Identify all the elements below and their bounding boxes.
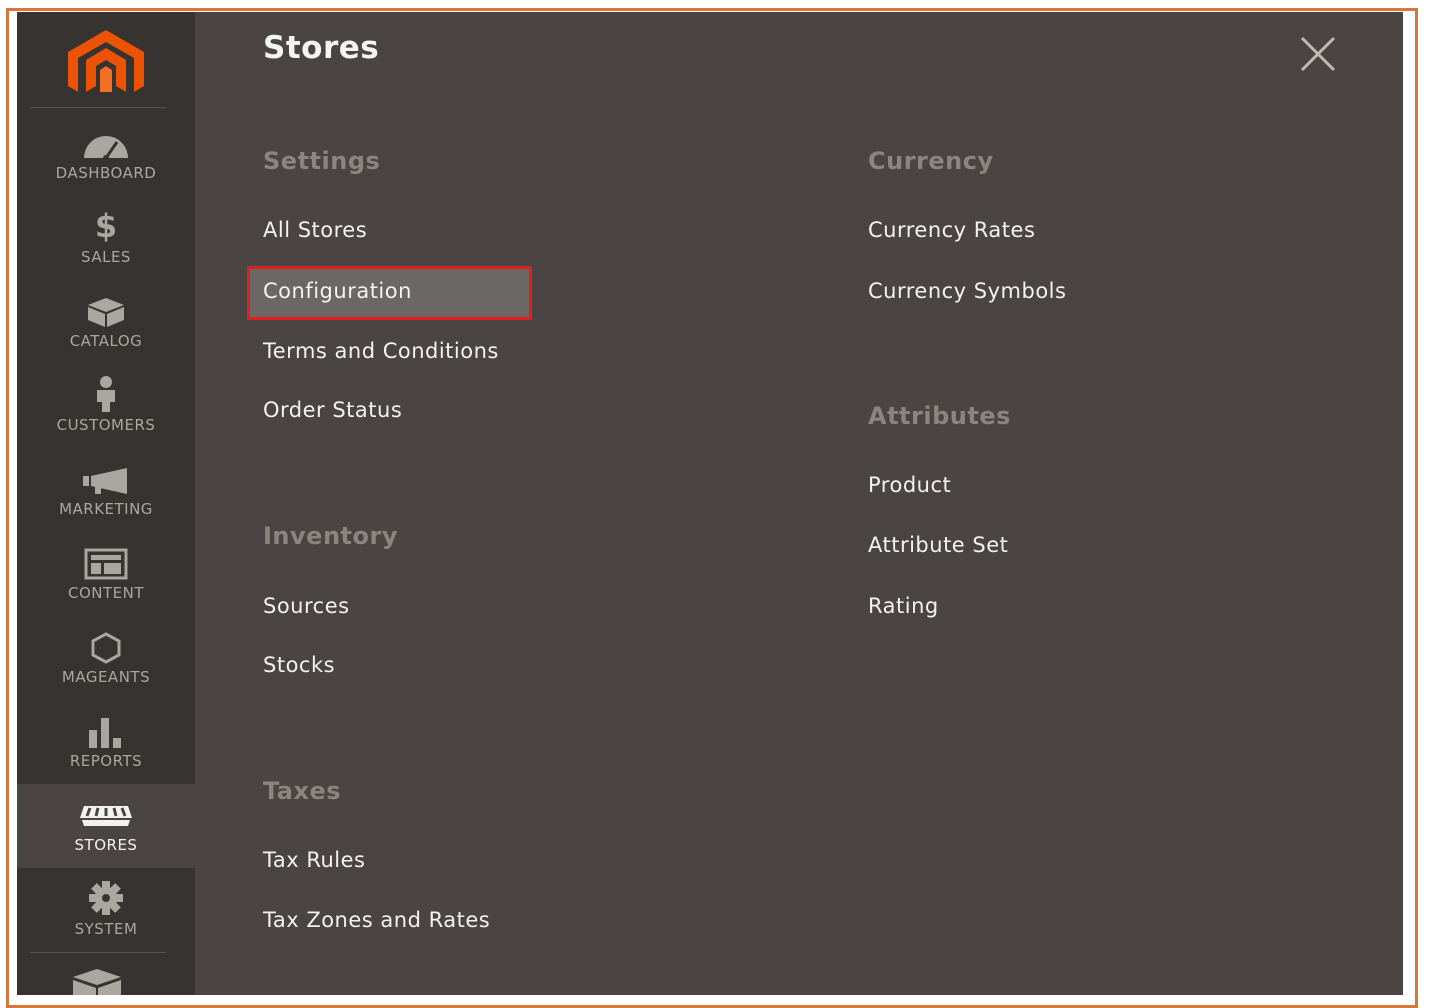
nav-label: MARKETING [59, 500, 153, 518]
storefront-icon [78, 796, 134, 832]
link-all-stores[interactable]: All Stores [263, 218, 367, 242]
nav-dashboard[interactable]: DASHBOARD [17, 112, 195, 196]
panel-title: Stores [263, 30, 380, 66]
admin-sidebar: DASHBOARD $ SALES CATALOG CUSTOMERS MARK… [17, 12, 195, 995]
link-sources[interactable]: Sources [263, 594, 350, 618]
nav-mageants[interactable]: MAGEANTS [17, 616, 195, 700]
nav-label: CONTENT [67, 584, 145, 602]
person-icon [91, 376, 121, 412]
link-order-status[interactable]: Order Status [263, 398, 402, 422]
nav-label: DASHBOARD [55, 164, 157, 182]
sidebar-divider [30, 952, 166, 953]
link-attribute-set[interactable]: Attribute Set [868, 533, 1008, 557]
nav-label: MAGEANTS [61, 668, 151, 686]
section-title-taxes: Taxes [263, 777, 342, 805]
section-title-attributes: Attributes [868, 402, 1011, 430]
magento-logo-icon [68, 30, 144, 92]
nav-reports[interactable]: REPORTS [17, 700, 195, 784]
section-title-inventory: Inventory [263, 522, 398, 550]
section-title-settings: Settings [263, 147, 381, 175]
nav-label: SYSTEM [74, 920, 138, 938]
link-rating[interactable]: Rating [868, 594, 939, 618]
nav-stores[interactable]: STORES [17, 784, 195, 868]
box-icon [84, 292, 128, 328]
gear-icon [86, 880, 126, 916]
link-currency-rates[interactable]: Currency Rates [868, 218, 1035, 242]
nav-label: SALES [81, 248, 131, 266]
link-currency-symbols[interactable]: Currency Symbols [868, 279, 1066, 303]
extra-box-icon[interactable] [69, 967, 125, 999]
nav-system[interactable]: SYSTEM [17, 868, 195, 952]
link-terms-and-conditions[interactable]: Terms and Conditions [263, 339, 499, 363]
nav-marketing[interactable]: MARKETING [17, 448, 195, 532]
megaphone-icon [81, 460, 131, 496]
nav-sales[interactable]: $ SALES [17, 196, 195, 280]
link-stocks[interactable]: Stocks [263, 653, 335, 677]
dashboard-icon [81, 124, 131, 160]
dollar-icon: $ [94, 207, 118, 245]
stores-slideout-panel: Stores Settings All Stores Configuration… [195, 12, 1403, 995]
section-title-currency: Currency [868, 147, 994, 175]
logo-divider [30, 107, 166, 108]
close-icon[interactable] [1298, 34, 1338, 74]
nav-label: REPORTS [69, 752, 143, 770]
link-product[interactable]: Product [868, 473, 951, 497]
nav-catalog[interactable]: CATALOG [17, 280, 195, 364]
nav-label: CATALOG [69, 332, 143, 350]
link-tax-zones-and-rates[interactable]: Tax Zones and Rates [263, 908, 490, 932]
bar-chart-icon [83, 712, 129, 748]
hexagon-icon [90, 628, 122, 664]
layout-icon [83, 544, 129, 580]
nav-label: CUSTOMERS [56, 416, 156, 434]
nav-customers[interactable]: CUSTOMERS [17, 364, 195, 448]
nav-content[interactable]: CONTENT [17, 532, 195, 616]
link-configuration[interactable]: Configuration [263, 279, 412, 303]
nav-label: STORES [74, 836, 138, 854]
magento-logo[interactable] [17, 12, 195, 108]
link-tax-rules[interactable]: Tax Rules [263, 848, 365, 872]
